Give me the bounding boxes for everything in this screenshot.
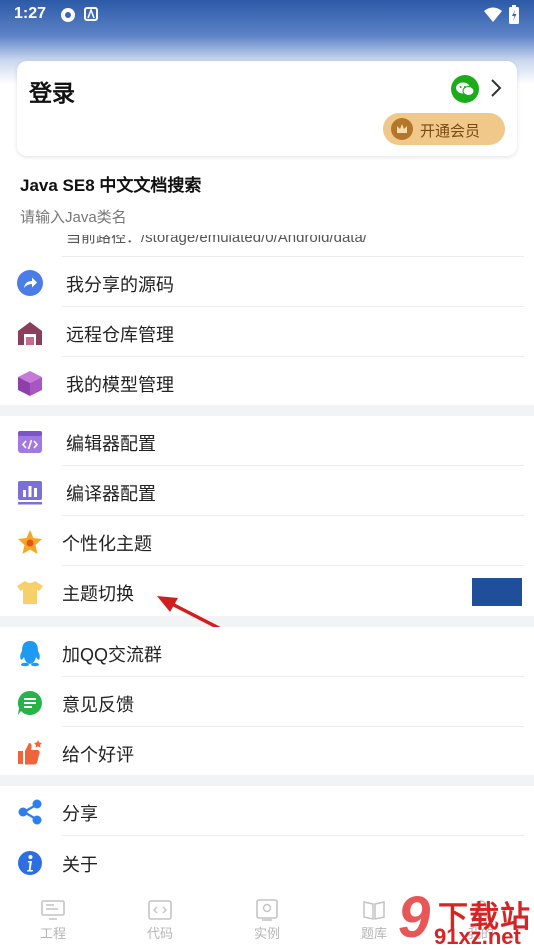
watermark-url: 91xz.net [434,924,521,949]
java-doc-search-section: Java SE8 中文文档搜索 [0,160,534,242]
code-icon [148,900,172,920]
menu-label: 主题切换 [62,584,134,604]
crown-icon [391,118,413,140]
menu-group-about: 分享 关于 [0,786,534,889]
divider [62,835,524,836]
menu-label: 我的模型管理 [66,375,174,395]
menu-item-personal-theme[interactable]: 个性化主题 [0,516,534,566]
tab-label: 工程 [39,926,66,941]
menu-item-share[interactable]: 分享 [0,786,534,836]
menu-item-theme-switch[interactable]: 主题切换 [0,566,534,616]
star-theme-icon [18,530,42,554]
menu-item-feedback[interactable]: 意见反馈 [0,677,534,727]
menu-label: 给个好评 [62,745,134,765]
menu-label: 分享 [62,804,98,824]
project-icon [41,900,65,920]
menu-item-remote-repo[interactable]: 远程仓库管理 [0,307,534,357]
feedback-icon [17,690,42,715]
menu-item-my-models[interactable]: 我的模型管理 [0,357,534,407]
menu-item-about[interactable]: 关于 [0,837,534,887]
tab-examples[interactable]: 实例 [237,899,297,942]
wifi-icon [484,7,502,22]
menu-label: 加QQ交流群 [62,645,163,665]
example-icon [256,899,278,921]
site-watermark: 9 下载站 91xz.net [398,885,534,950]
status-bar: 1:27 [0,0,534,30]
menu-label: 关于 [62,855,98,875]
sync-status-icon [61,8,75,22]
menu-label: 远程仓库管理 [66,325,174,345]
question-bank-icon [363,901,385,920]
menu-group-community: 加QQ交流群 意见反馈 给个好评 [0,627,534,775]
cube-icon [18,371,42,396]
info-icon [18,851,42,875]
menu-item-rate-us[interactable]: 给个好评 [0,727,534,777]
tab-label: 题库 [360,926,387,941]
warehouse-icon [18,322,42,345]
current-path-row: 当前路径：/storage/emulated/0/Android/data/ [0,235,534,257]
tab-label: 代码 [146,926,173,941]
battery-icon [509,5,519,24]
thumbs-up-icon [18,740,42,765]
tab-label: 实例 [253,926,280,941]
open-vip-label: 开通会员 [420,123,481,140]
menu-item-join-qq-group[interactable]: 加QQ交流群 [0,627,534,677]
tab-question-bank[interactable]: 题库 [344,899,404,942]
menu-label: 我分享的源码 [66,275,174,295]
menu-item-editor-config[interactable]: 编辑器配置 [0,416,534,466]
menu-group-settings: 编辑器配置 编译器配置 个性化主题 主题切换 [0,416,534,616]
menu-item-my-shared-source[interactable]: 我分享的源码 [0,257,534,307]
chevron-right-icon[interactable] [489,78,503,98]
code-editor-icon [18,431,42,453]
status-time: 1:27 [14,5,47,22]
menu-label: 个性化主题 [62,534,152,554]
menu-group-code: 我分享的源码 远程仓库管理 我的模型管理 [0,257,534,405]
java-class-search-input[interactable] [20,206,500,228]
current-theme-color-swatch[interactable] [472,578,522,606]
tab-code[interactable]: 代码 [130,899,190,942]
tshirt-icon [17,581,43,604]
login-title[interactable]: 登录 [29,74,75,108]
menu-item-compiler-config[interactable]: 编译器配置 [0,466,534,516]
share-forward-icon [17,270,43,296]
search-title: Java SE8 中文文档搜索 [20,176,202,195]
qq-penguin-icon [20,641,40,667]
watermark-logo: 9 [398,885,431,950]
current-path-text: 当前路径：/storage/emulated/0/Android/data/ [66,235,367,246]
tab-project[interactable]: 工程 [23,899,83,942]
menu-label: 编辑器配置 [66,434,156,454]
menu-label: 编译器配置 [66,484,156,504]
wechat-icon[interactable] [451,75,479,103]
app-notification-icon [84,7,98,21]
menu-label: 意见反馈 [62,695,134,715]
share-nodes-icon [18,799,42,825]
open-vip-button[interactable]: 开通会员 [383,113,505,145]
login-card[interactable]: 登录 开通会员 [17,61,517,156]
compiler-chart-icon [18,481,42,505]
